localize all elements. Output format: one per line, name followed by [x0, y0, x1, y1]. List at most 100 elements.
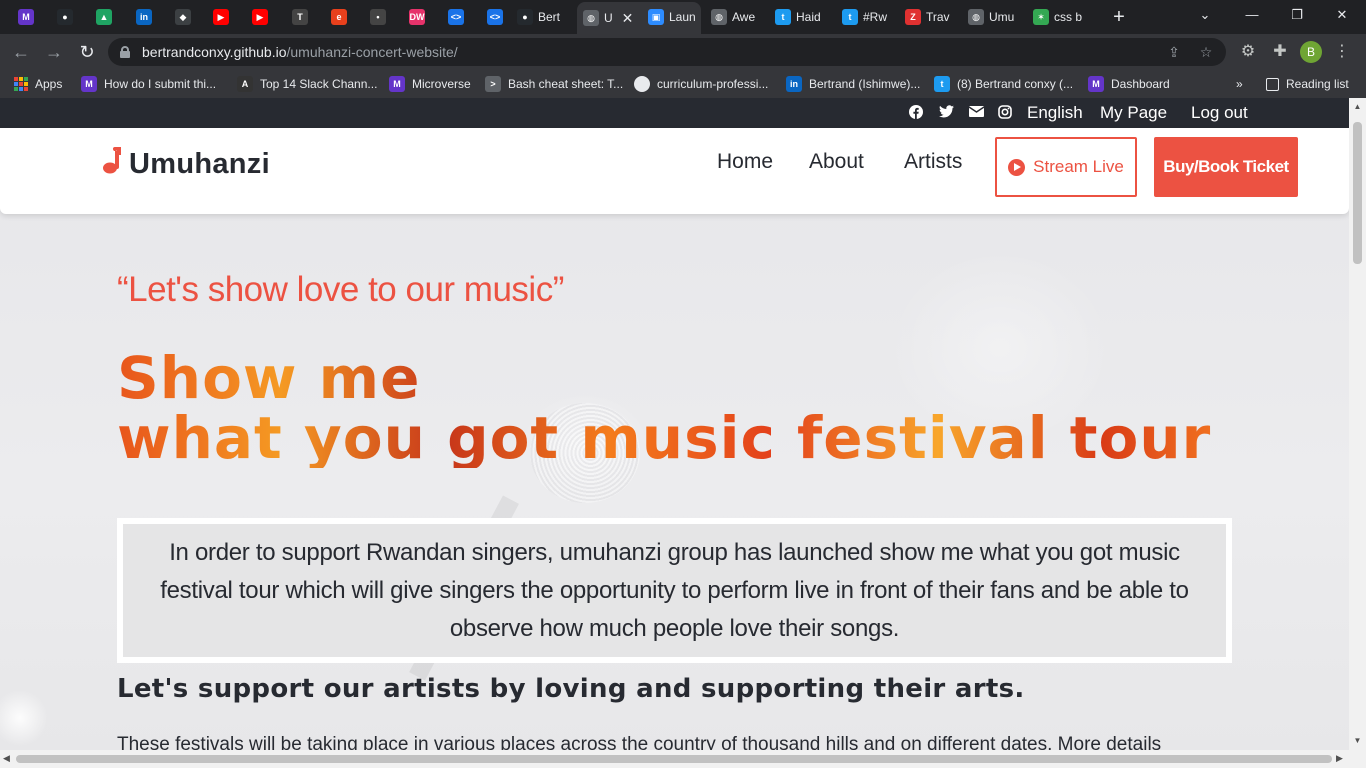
twitter-icon[interactable] — [938, 105, 954, 121]
star-icon: ✶ — [1033, 9, 1049, 25]
browser-tab[interactable]: t Haid — [769, 4, 843, 30]
google-drive-icon: ▲ — [96, 9, 112, 25]
site-icon: • — [370, 9, 386, 25]
microverse-icon: M — [1088, 76, 1104, 92]
browser-toolbar: ← → ↻ bertrandconxy.github.io/umuhanzi-c… — [0, 34, 1366, 70]
browser-tab[interactable]: ● — [51, 4, 85, 30]
browser-tab[interactable]: ◍ Awe — [705, 4, 779, 30]
address-bar[interactable]: bertrandconxy.github.io/umuhanzi-concert… — [108, 38, 1226, 66]
scroll-up-arrow-icon[interactable]: ▲ — [1353, 102, 1362, 111]
play-icon — [1008, 158, 1026, 176]
restore-button[interactable]: ❐ — [1285, 4, 1309, 26]
reading-list-button[interactable]: Reading list — [1266, 75, 1349, 93]
bookmark-item[interactable]: t (8) Bertrand conxy (... — [934, 75, 1073, 93]
bookmark-item[interactable]: Apps — [14, 75, 62, 93]
reload-icon[interactable]: ↻ — [76, 41, 98, 63]
microverse-icon: M — [389, 76, 405, 92]
scroll-left-arrow-icon[interactable]: ◀ — [3, 753, 10, 764]
z-icon: Z — [905, 9, 921, 25]
nav-artists[interactable]: Artists — [904, 150, 962, 174]
nav-home[interactable]: Home — [717, 150, 773, 174]
hero-title-line-2: what you got music festival tour — [117, 404, 1212, 472]
bookmark-label: (8) Bertrand conxy (... — [957, 77, 1074, 91]
scroll-down-arrow-icon[interactable]: ▼ — [1353, 736, 1362, 745]
stream-live-button[interactable]: Stream Live — [995, 137, 1137, 197]
browser-tab[interactable]: T — [286, 4, 320, 30]
tech-icon: T — [292, 9, 308, 25]
vertical-scroll-thumb[interactable] — [1353, 122, 1362, 264]
browser-tab-title: #Rw — [863, 10, 888, 24]
apps-grid-icon — [14, 77, 28, 91]
globe-icon: ◍ — [968, 9, 984, 25]
horizontal-scroll-thumb[interactable] — [16, 755, 1332, 763]
browser-tab[interactable]: in — [130, 4, 164, 30]
bookmark-item[interactable]: M Microverse — [389, 75, 471, 93]
browser-tab[interactable]: • — [364, 4, 398, 30]
bookmark-label: Microverse — [412, 77, 471, 91]
bookmark-item[interactable]: in Bertrand (Ishimwe)... — [786, 75, 920, 93]
browser-tab-title: Haid — [796, 10, 821, 24]
bookmark-item[interactable]: M How do I submit thi... — [81, 75, 216, 93]
reading-list-label: Reading list — [1286, 77, 1349, 91]
site-logo[interactable]: Umuhanzi — [129, 148, 270, 181]
forward-icon[interactable]: → — [43, 41, 65, 63]
nav-about[interactable]: About — [809, 150, 864, 174]
browser-tab-title: Bert — [538, 10, 561, 24]
instagram-icon[interactable] — [997, 105, 1013, 121]
bookmark-label: Apps — [35, 77, 63, 91]
close-window-button[interactable]: ✕ — [1330, 4, 1354, 26]
share-icon[interactable]: ⇪ — [1166, 44, 1182, 60]
browser-tab[interactable]: ◍ Umu — [962, 4, 1036, 30]
bookmark-item[interactable]: M Dashboard — [1088, 75, 1170, 93]
browser-tab[interactable]: ● Bert — [511, 4, 585, 30]
browser-tab-title: Awe — [732, 10, 756, 24]
facebook-icon[interactable] — [908, 105, 924, 121]
bookmark-label: Dashboard — [1111, 77, 1170, 91]
lock-icon[interactable] — [120, 46, 130, 58]
festivals-text: These festivals will be taking place in … — [117, 734, 1162, 750]
bookmark-item[interactable]: curriculum-professi... — [634, 75, 768, 93]
bookmark-item[interactable]: A Top 14 Slack Chann... — [237, 75, 377, 93]
extensions-puzzle-icon[interactable]: ✚ — [1270, 42, 1290, 62]
chrome-menu-icon[interactable]: ⋮ — [1332, 42, 1352, 62]
close-tab-icon[interactable]: ✕ — [622, 10, 634, 27]
twitter-icon: t — [775, 9, 791, 25]
dw-icon: DW — [409, 9, 425, 25]
profile-avatar[interactable]: B — [1300, 41, 1322, 63]
new-tab-button[interactable]: + — [1110, 5, 1128, 29]
more-bookmarks-button[interactable]: » — [1236, 75, 1243, 93]
browser-tab[interactable]: ◆ — [169, 4, 203, 30]
browser-tab[interactable]: ▶ — [207, 4, 241, 30]
horizontal-scrollbar[interactable]: ◀ ▶ — [0, 750, 1366, 768]
site-header: Umuhanzi Home About Artists Stream Live … — [0, 128, 1349, 214]
browser-tab[interactable]: <> — [481, 4, 515, 30]
email-icon[interactable] — [968, 105, 984, 121]
tab-search-icon[interactable]: ⌄ — [1193, 4, 1217, 26]
hero-title-line-1: Show me — [117, 344, 421, 412]
bookmark-item[interactable]: > Bash cheat sheet: T... — [485, 75, 623, 93]
browser-tab[interactable]: ▶ — [246, 4, 280, 30]
scroll-right-arrow-icon[interactable]: ▶ — [1336, 753, 1343, 764]
my-page-link[interactable]: My Page — [1100, 103, 1167, 123]
bookmarks-bar: Apps M How do I submit thi... A Top 14 Slack… — [0, 70, 1366, 98]
logout-link[interactable]: Log out — [1191, 103, 1248, 123]
twitter-icon: t — [934, 76, 950, 92]
browser-tab[interactable]: e — [325, 4, 359, 30]
buy-ticket-button[interactable]: Buy/Book Ticket — [1154, 137, 1298, 197]
vertical-scrollbar[interactable]: ▲ ▼ — [1349, 98, 1366, 750]
globe-icon: ◍ — [711, 9, 727, 25]
site-topbar: English My Page Log out — [0, 98, 1349, 128]
minimize-button[interactable]: — — [1240, 4, 1264, 26]
browser-tab[interactable]: <> — [442, 4, 476, 30]
language-link[interactable]: English — [1027, 103, 1083, 123]
extension-gear-icon[interactable]: ⚙ — [1238, 42, 1258, 62]
terminal-icon: > — [485, 76, 501, 92]
browser-tab-title: U — [604, 11, 613, 25]
bookmark-star-icon[interactable]: ☆ — [1198, 44, 1214, 60]
browser-tab[interactable]: ✶ css b — [1027, 4, 1101, 30]
browser-tab[interactable]: M — [12, 4, 46, 30]
a-icon: A — [237, 76, 253, 92]
browser-tab[interactable]: DW — [403, 4, 437, 30]
browser-tab[interactable]: ▲ — [90, 4, 124, 30]
back-icon[interactable]: ← — [10, 41, 32, 63]
